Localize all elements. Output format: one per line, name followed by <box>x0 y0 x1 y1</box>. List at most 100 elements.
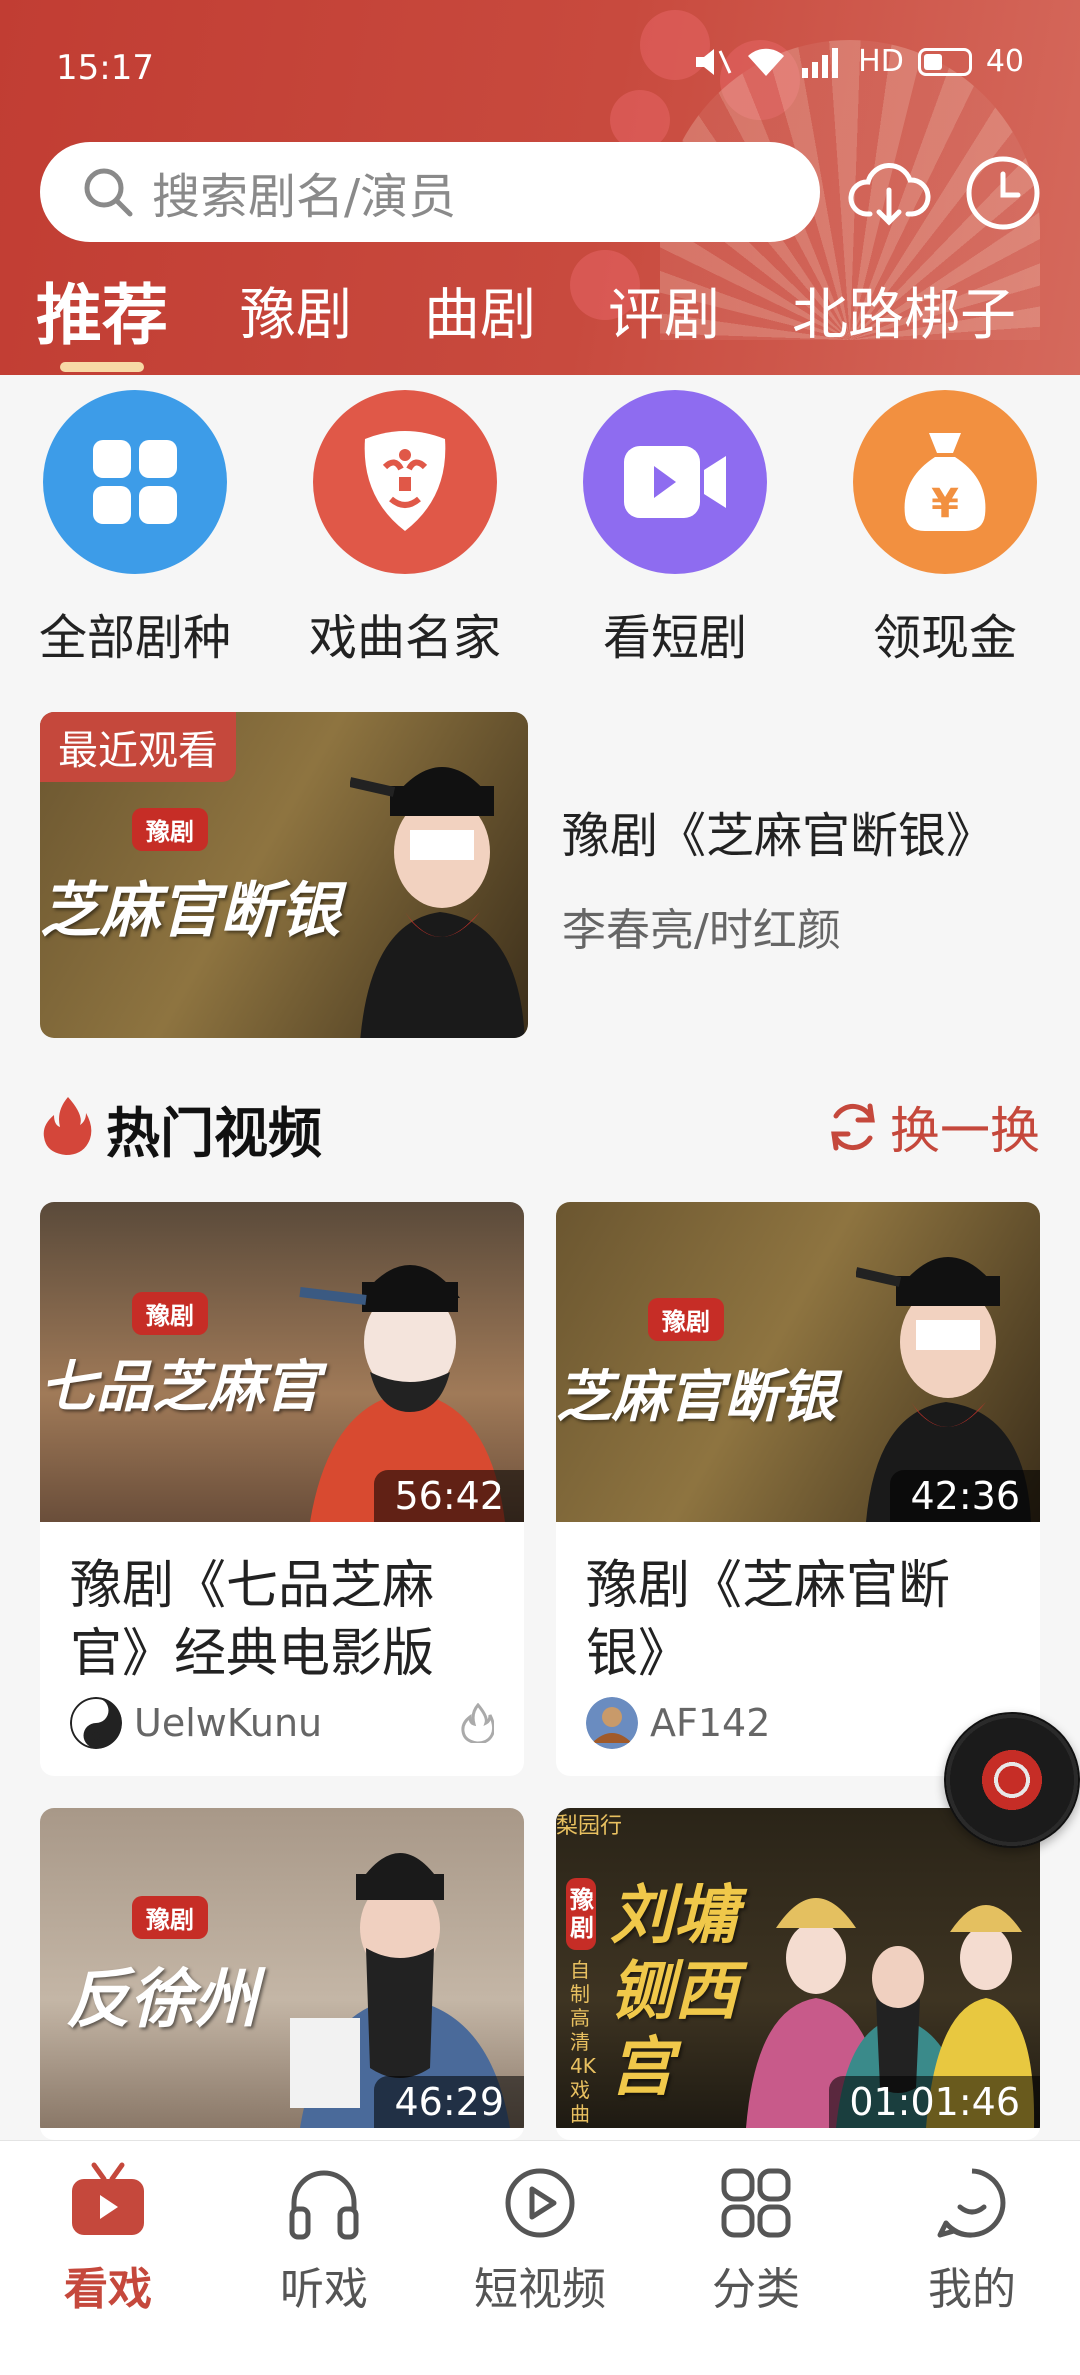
shortcut-label: 全部剧种 <box>38 610 231 666</box>
signal-icon <box>802 47 839 78</box>
avatar <box>70 1697 122 1749</box>
refresh-button[interactable]: 换一换 <box>826 1091 1040 1163</box>
thumb-tag: 豫剧 <box>132 808 208 851</box>
play-circle-icon <box>505 2168 575 2238</box>
thumb-brand: 梨园行 <box>556 1814 623 1839</box>
video-duration: 46:29 <box>374 2076 524 2128</box>
headphones-icon <box>289 2170 359 2240</box>
nav-short-video[interactable]: 短视频 <box>432 2161 648 2317</box>
floating-music-player[interactable] <box>944 1712 1080 1848</box>
tab-quju[interactable]: 曲剧 <box>424 270 536 351</box>
author-name: UelwKunu <box>134 1701 323 1745</box>
video-thumbnail: 豫剧 芝麻官断银 42:36 <box>556 1202 1040 1522</box>
video-duration: 42:36 <box>890 1470 1040 1522</box>
shortcut-masters[interactable]: 戏曲名家 <box>285 390 525 668</box>
thumb-title: 刘墉铡西宫 <box>610 1878 738 2105</box>
tab-label: 豫剧 <box>240 282 352 348</box>
profile-icon <box>937 2168 1006 2238</box>
flame-outline-icon[interactable] <box>460 1703 494 1743</box>
download-button[interactable] <box>846 150 932 236</box>
nav-profile[interactable]: 我的 <box>864 2161 1080 2317</box>
thumb-tag: 豫剧 <box>132 1896 208 1939</box>
bottom-nav: 看戏 听戏 短视频 分类 我的 <box>0 2140 1080 2375</box>
search-icon <box>84 168 133 217</box>
shortcut-row: 全部剧种 戏曲名家 看短剧 ¥ 领现金 <box>0 390 1080 670</box>
performer-figure <box>350 767 525 1038</box>
nav-label: 我的 <box>928 2264 1016 2315</box>
video-title: 豫剧《七品芝麻官》经典电影版 <box>70 1556 435 1684</box>
video-duration: 01:01:46 <box>829 2076 1040 2128</box>
refresh-icon <box>831 1103 875 1151</box>
video-card[interactable]: 豫剧 七品芝麻官 56:42 豫剧《七品芝麻官》经典电影版 UelwKunu <box>40 1202 524 1776</box>
shortcut-label: 领现金 <box>872 610 1017 666</box>
tab-label: 曲剧 <box>424 282 536 348</box>
tab-label: 北路梆子 <box>792 282 1016 348</box>
status-time: 15:17 <box>56 48 154 88</box>
video-thumbnail: 豫剧 梨园行 自制高清4K戏曲 刘墉铡西宫 01:01:46 <box>556 1808 1040 2128</box>
money-bag-icon: ¥ <box>853 390 1037 574</box>
nav-watch-opera[interactable]: 看戏 <box>0 2161 216 2317</box>
search-bar[interactable]: 搜索剧名/演员 <box>40 142 820 242</box>
battery-level: 40 <box>985 44 1024 79</box>
video-card[interactable]: 豫剧 反徐州 46:29 <box>40 1808 524 2140</box>
search-placeholder: 搜索剧名/演员 <box>152 169 457 225</box>
video-camera-icon <box>583 390 767 574</box>
thumb-tag: 豫剧 <box>132 1292 208 1335</box>
avatar <box>586 1697 638 1749</box>
network-type: HD <box>858 44 904 79</box>
nav-label: 短视频 <box>474 2264 606 2315</box>
recent-title: 豫剧《芝麻官断银》 <box>562 808 995 864</box>
tab-recommend[interactable]: 推荐 <box>36 262 168 372</box>
thumb-tag: 豫剧 <box>648 1298 724 1341</box>
shortcut-short-drama[interactable]: 看短剧 <box>555 390 795 668</box>
video-author: UelwKunu <box>40 1692 524 1770</box>
shortcut-cash[interactable]: ¥ 领现金 <box>825 390 1065 668</box>
recent-badge: 最近观看 <box>40 712 236 782</box>
thumb-title: 芝麻官断银 <box>556 1364 836 1430</box>
history-button[interactable] <box>960 150 1046 236</box>
refresh-label: 换一换 <box>890 1102 1040 1160</box>
nav-label: 看戏 <box>64 2264 152 2315</box>
video-title: 豫剧《芝麻官断银》 <box>586 1556 951 1684</box>
cloud-download-icon <box>848 162 931 226</box>
wifi-icon <box>748 48 785 76</box>
thumb-title: 反徐州 <box>66 1962 258 2037</box>
thumb-title: 芝麻官断银 <box>40 876 340 946</box>
grid-icon <box>43 390 227 574</box>
header: 15:17 HD 40 搜索剧名/演员 推荐 豫剧 曲剧 评剧 北路梆子 <box>0 0 1080 375</box>
mute-icon <box>696 48 732 75</box>
thumb-title: 七品芝麻官 <box>40 1354 320 1420</box>
category-icon <box>721 2168 791 2238</box>
nav-label: 听戏 <box>280 2264 368 2315</box>
clock-icon <box>966 156 1040 230</box>
nav-label: 分类 <box>712 2264 800 2315</box>
video-card[interactable]: 豫剧 梨园行 自制高清4K戏曲 刘墉铡西宫 01:01:46 <box>556 1808 1040 2140</box>
svg-text:¥: ¥ <box>931 481 959 527</box>
author-name: AF142 <box>650 1701 771 1745</box>
tab-label: 评剧 <box>608 282 720 348</box>
recent-performers: 李春亮/时红颜 <box>562 905 841 956</box>
section-title: 热门视频 <box>106 1102 322 1165</box>
tab-yuju[interactable]: 豫剧 <box>240 270 352 351</box>
shortcut-label: 戏曲名家 <box>308 610 501 666</box>
shortcut-all-genres[interactable]: 全部剧种 <box>15 390 255 668</box>
battery-icon <box>917 47 972 76</box>
hot-videos-header: 热门视频 换一换 <box>40 1085 1040 1165</box>
recent-thumbnail: 豫剧 芝麻官断银 最近观看 <box>40 712 528 1038</box>
video-duration: 56:42 <box>374 1470 524 1522</box>
video-card[interactable]: 豫剧 芝麻官断银 42:36 豫剧《芝麻官断银》 AF142 <box>556 1202 1040 1776</box>
thumb-side-text: 自制高清4K戏曲 <box>570 1958 596 2126</box>
recent-watch-card[interactable]: 豫剧 芝麻官断银 最近观看 豫剧《芝麻官断银》 李春亮/时红颜 <box>40 712 1040 1038</box>
status-bar: 15:17 HD 40 <box>0 0 1080 130</box>
flame-icon <box>43 1097 92 1155</box>
nav-category[interactable]: 分类 <box>648 2161 864 2317</box>
status-icons: HD 40 <box>692 44 1024 79</box>
opera-mask-icon <box>313 390 497 574</box>
nav-listen-opera[interactable]: 听戏 <box>216 2161 432 2317</box>
tab-pingju[interactable]: 评剧 <box>608 270 720 351</box>
tab-beilu-bangzi[interactable]: 北路梆子 <box>792 270 1016 351</box>
shortcut-label: 看短剧 <box>602 610 747 666</box>
thumb-tag: 豫剧 <box>566 1878 596 1950</box>
video-thumbnail: 豫剧 七品芝麻官 56:42 <box>40 1202 524 1522</box>
video-thumbnail: 豫剧 反徐州 46:29 <box>40 1808 524 2128</box>
